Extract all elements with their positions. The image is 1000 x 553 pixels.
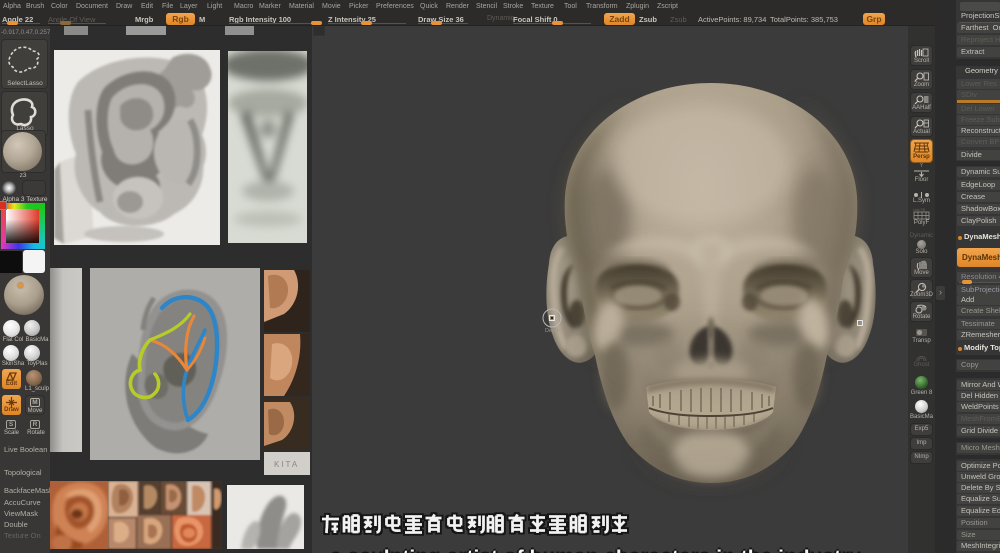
svg-text:KITA: KITA	[274, 460, 299, 469]
svg-text:Line Fill: Line Fill	[913, 208, 925, 212]
svg-text:Depth: Depth	[545, 328, 560, 334]
